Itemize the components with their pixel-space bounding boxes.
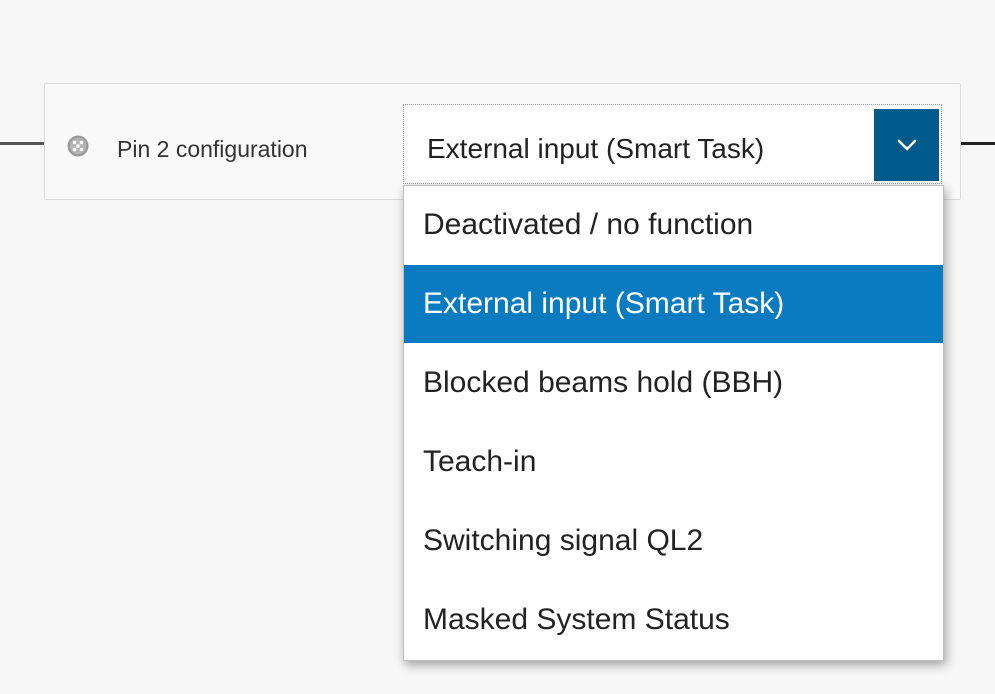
dropdown-list: Deactivated / no function External input… <box>403 185 944 661</box>
left-connector-line <box>0 142 45 145</box>
connector-pin-icon <box>67 135 89 157</box>
select-current-value: External input (Smart Task) <box>427 133 765 164</box>
pin-config-select[interactable]: External input (Smart Task) <box>403 104 942 184</box>
dropdown-option-blocked-beams-hold[interactable]: Blocked beams hold (BBH) <box>404 344 943 422</box>
chevron-down-icon <box>897 139 916 151</box>
dropdown-option-switching-signal[interactable]: Switching signal QL2 <box>404 502 943 580</box>
dropdown-toggle-button[interactable] <box>874 109 939 181</box>
dropdown-option-external-input[interactable]: External input (Smart Task) <box>404 265 943 343</box>
pin-config-label: Pin 2 configuration <box>117 136 308 162</box>
dropdown-option-masked-status[interactable]: Masked System Status <box>404 581 943 659</box>
dropdown-option-teach-in[interactable]: Teach-in <box>404 423 943 501</box>
dropdown-option-deactivated[interactable]: Deactivated / no function <box>404 186 943 264</box>
